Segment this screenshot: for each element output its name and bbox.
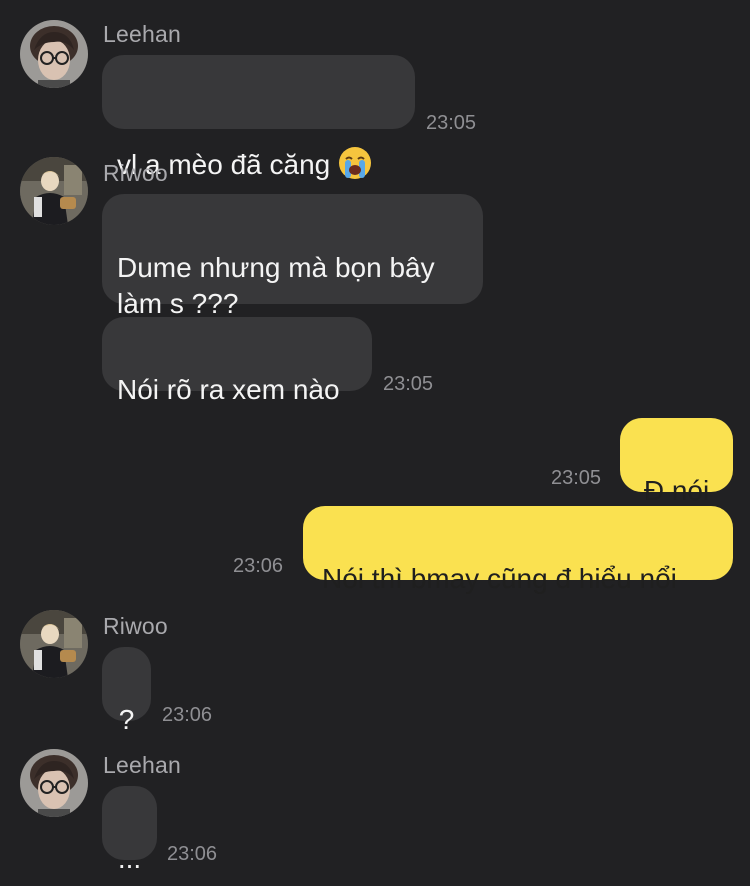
- message-bubble[interactable]: ...: [102, 786, 157, 874]
- sender-name: Leehan: [103, 752, 181, 778]
- message-timestamp: 23:06: [233, 555, 284, 577]
- leehan-avatar[interactable]: [20, 749, 88, 817]
- sender-name: Riwoo: [103, 160, 168, 186]
- message-bubble[interactable]: ?: [102, 647, 151, 735]
- message-text: Dume nhưng mà bọn bây làm s ???: [117, 252, 435, 319]
- message-timestamp: 23:06: [162, 704, 213, 726]
- message-bubble-outgoing[interactable]: Đ nói: [620, 418, 733, 506]
- message-timestamp: 23:06: [167, 843, 218, 865]
- message-timestamp: 23:05: [383, 373, 434, 395]
- riwoo-avatar[interactable]: [20, 610, 88, 678]
- message-text: Đ nói: [643, 475, 710, 506]
- message-text: ?: [118, 704, 135, 735]
- message-text: Nói rõ ra xem nào: [117, 374, 340, 405]
- message-bubble[interactable]: Dume nhưng mà bọn bây làm s ???: [102, 194, 483, 319]
- message-bubble[interactable]: Nói rõ ra xem nào: [102, 317, 372, 405]
- sender-name: Leehan: [103, 21, 181, 47]
- message-bubble[interactable]: vl a mèo đã căng: [102, 55, 415, 180]
- leehan-avatar[interactable]: [20, 20, 88, 88]
- message-timestamp: 23:05: [426, 112, 477, 134]
- loudly-crying-face-icon: [338, 110, 372, 189]
- message-text: ...: [117, 843, 142, 874]
- message-timestamp: 23:05: [551, 467, 602, 489]
- riwoo-avatar[interactable]: [20, 157, 88, 225]
- message-text: Nói thì bmay cũng đ hiểu nổi: [322, 563, 677, 594]
- message-bubble-outgoing[interactable]: Nói thì bmay cũng đ hiểu nổi: [303, 506, 733, 594]
- sender-name: Riwoo: [103, 613, 168, 639]
